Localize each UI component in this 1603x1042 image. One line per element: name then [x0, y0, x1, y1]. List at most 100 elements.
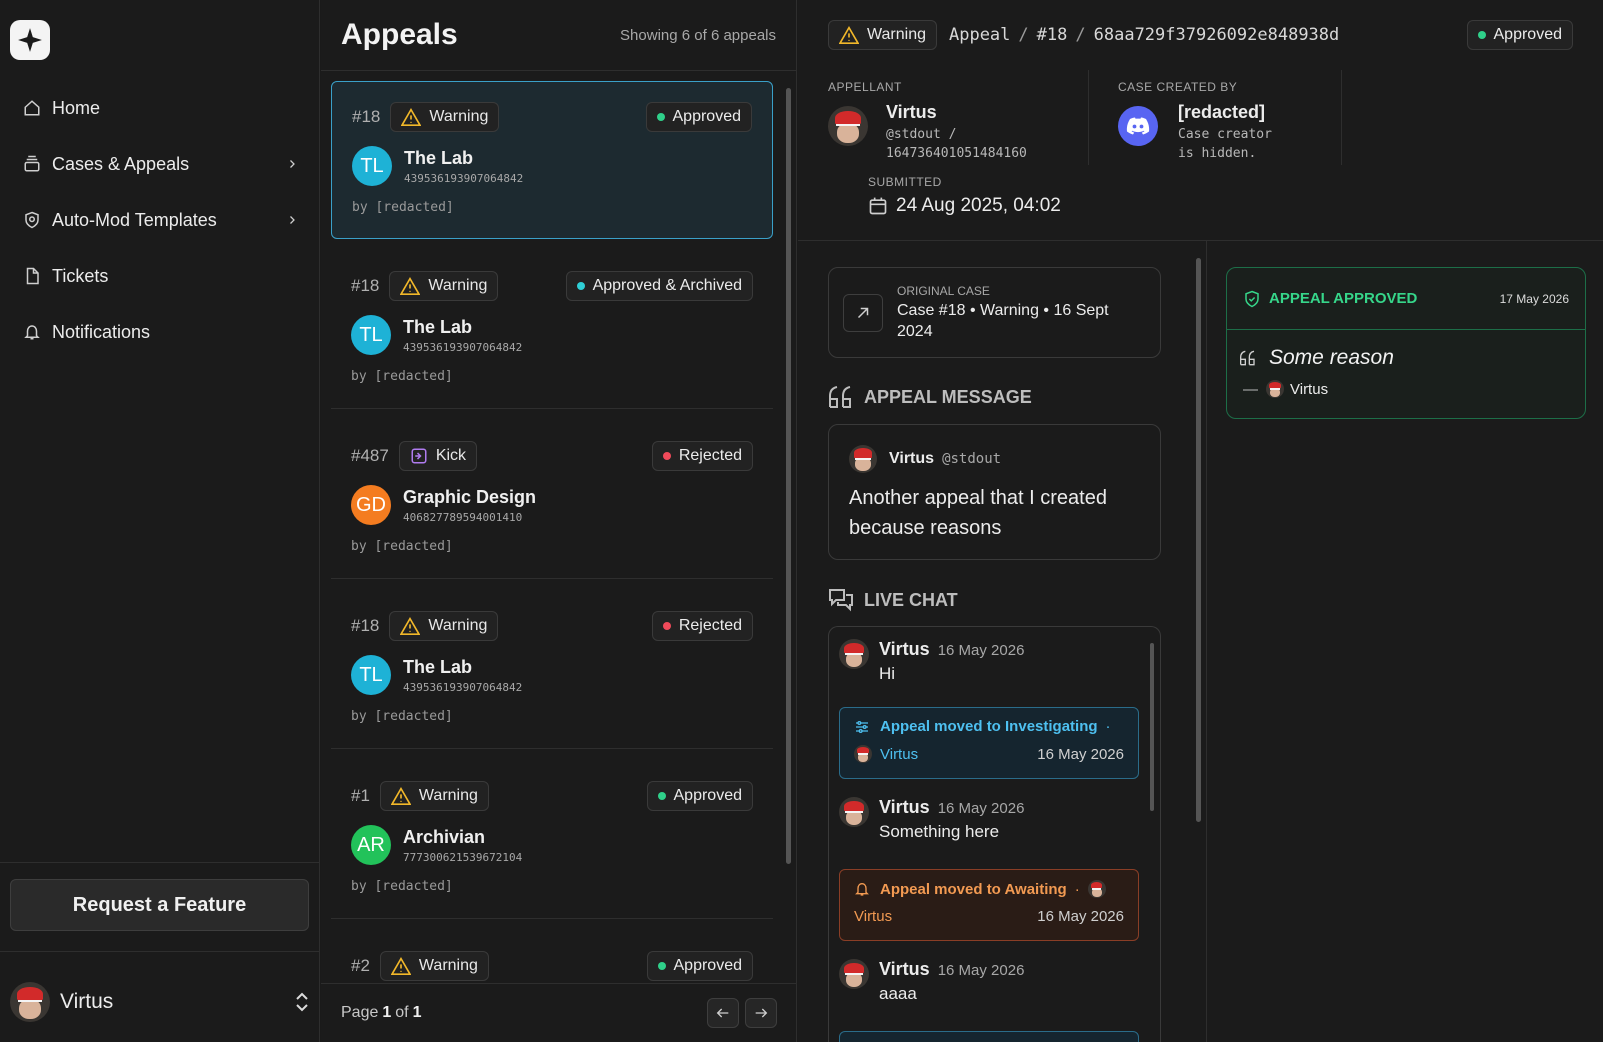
- warning-icon: [400, 617, 421, 635]
- divider: [1088, 70, 1089, 165]
- guild-name: The Lab: [403, 656, 473, 677]
- divider: [798, 240, 1603, 241]
- avatar: [828, 106, 868, 146]
- sidebar-item-notifications[interactable]: Notifications: [0, 304, 320, 360]
- detail-scrollbar[interactable]: [1196, 258, 1201, 822]
- case-number: #487: [351, 446, 389, 465]
- case-type-badge: Warning: [390, 102, 500, 132]
- submitted-date: 24 Aug 2025, 04:02: [896, 195, 1061, 216]
- sidebar: Home Cases & Appeals Auto-Mod Templates …: [0, 0, 320, 1042]
- case-type-badge: Kick: [398, 441, 478, 471]
- guild-avatar: GD: [351, 485, 391, 525]
- file-icon: [22, 266, 42, 286]
- avatar: [839, 959, 869, 989]
- sidebar-item-home[interactable]: Home: [0, 80, 320, 136]
- chat-message: Virtus 16 May 2026 Something here: [839, 797, 1024, 842]
- warning-icon: [839, 26, 859, 44]
- list-scrollbar[interactable]: [786, 88, 791, 864]
- sidebar-item-label: Cases & Appeals: [52, 153, 190, 174]
- guild-name: The Lab: [403, 316, 473, 337]
- avatar: [839, 797, 869, 827]
- case-type-badge: Warning: [828, 20, 937, 50]
- page-title: Appeals: [341, 18, 458, 51]
- guild-avatar: TL: [351, 655, 391, 695]
- live-chat: Virtus 16 May 2026 Hi Appeal moved to Inv…: [828, 626, 1161, 1042]
- submitted-label: SUBMITTED: [868, 175, 942, 189]
- bell-icon: [855, 882, 869, 896]
- appeal-count: Showing 6 of 6 appeals: [620, 26, 776, 44]
- sidebar-nav: Home Cases & Appeals Auto-Mod Templates …: [0, 80, 320, 360]
- guild-avatar: TL: [352, 146, 392, 186]
- case-type-badge: Warning: [389, 271, 499, 301]
- appeal-card[interactable]: #487 Kick Rejected GD Graphic Design 406…: [331, 421, 773, 579]
- avatar: [854, 745, 872, 763]
- sidebar-item-automod[interactable]: Auto-Mod Templates: [0, 192, 320, 248]
- user-menu[interactable]: Virtus: [10, 981, 310, 1023]
- chat-status-event: Appeal moved to Investigating · Virtus 1…: [839, 707, 1139, 779]
- created-by: by [redacted]: [351, 879, 453, 894]
- creator-note-2: is hidden.: [1178, 146, 1257, 161]
- next-page-button[interactable]: [745, 998, 777, 1028]
- case-type-badge: Warning: [379, 781, 489, 811]
- guild-name: The Lab: [404, 147, 474, 168]
- chat-status-event: [839, 1031, 1139, 1042]
- sidebar-item-cases[interactable]: Cases & Appeals: [0, 136, 320, 192]
- status-badge: Approved & Archived: [565, 271, 753, 301]
- chat-scrollbar[interactable]: [1150, 643, 1154, 811]
- arrow-left-icon: [716, 1008, 729, 1018]
- sidebar-item-tickets[interactable]: Tickets: [0, 248, 320, 304]
- approved-by: Virtus: [1290, 380, 1329, 398]
- avatar: [839, 639, 869, 669]
- status-badge: Approved: [646, 781, 753, 811]
- divider: [0, 862, 320, 863]
- sidebar-item-label: Auto-Mod Templates: [52, 209, 217, 230]
- prev-page-button[interactable]: [707, 998, 739, 1028]
- warning-icon: [390, 957, 411, 975]
- created-by: by [redacted]: [352, 200, 454, 215]
- appeal-card[interactable]: #18 Warning Rejected TL The Lab 43953619…: [331, 591, 773, 749]
- case-number: #2: [351, 956, 370, 975]
- guild-avatar: AR: [351, 825, 391, 865]
- creator-label: CASE CREATED BY: [1118, 80, 1238, 94]
- bell-icon: [22, 322, 42, 342]
- case-type-badge: Warning: [389, 611, 499, 641]
- original-case-link[interactable]: ORIGINAL CASE Case #18 • Warning • 16 Se…: [828, 267, 1161, 358]
- pagination: Page 1 of 1: [321, 983, 797, 1042]
- case-number: #18: [352, 107, 381, 126]
- sidebar-item-label: Tickets: [52, 265, 109, 286]
- original-case-label: ORIGINAL CASE: [897, 283, 990, 298]
- avatar: [10, 982, 50, 1022]
- stack-icon: [22, 154, 42, 174]
- chevron-right-icon: [286, 214, 298, 226]
- current-page: 1: [382, 1004, 392, 1021]
- calendar-icon: [869, 197, 887, 215]
- list-header: Appeals Showing 6 of 6 appeals: [321, 0, 796, 71]
- status-badge: Approved: [646, 951, 753, 981]
- divider: [0, 951, 320, 952]
- chat-message: Virtus 16 May 2026 Hi: [839, 639, 1024, 684]
- app-logo[interactable]: [10, 20, 50, 60]
- guild-avatar: TL: [351, 315, 391, 355]
- arrow-right-icon: [755, 1008, 768, 1018]
- appellant-name: Virtus: [886, 102, 937, 122]
- status-badge: Rejected: [651, 611, 753, 641]
- appeal-detail: Warning Appeal / #18/68aa729f37926092e8489…: [798, 0, 1603, 1042]
- original-case-text: Case #18 • Warning • 16 Sept 2024: [897, 301, 1109, 340]
- warning-icon: [400, 277, 421, 295]
- avatar: [849, 445, 877, 473]
- appeal-card[interactable]: #1 Warning Approved AR Archivian 7773006…: [331, 761, 773, 919]
- divider: [1206, 241, 1207, 1042]
- user-name: Virtus: [60, 990, 114, 1013]
- message-author: Virtus: [889, 450, 935, 467]
- sliders-icon: [856, 720, 868, 733]
- breadcrumb: Appeal / #18/68aa729f37926092e848938d: [948, 25, 1340, 45]
- guild-id: 439536193907064842: [404, 171, 524, 185]
- appeal-card[interactable]: #2 Warning Approved: [331, 931, 773, 981]
- appeal-card[interactable]: #18 Warning Approved & Archived TL The L…: [331, 251, 773, 409]
- case-number: #18: [351, 276, 380, 295]
- pager-of: of: [395, 1004, 409, 1021]
- request-feature-button[interactable]: Request a Feature: [10, 879, 309, 931]
- appeal-card[interactable]: #18 Warning Approved TL The Lab 43953619…: [331, 81, 773, 239]
- approved-title: APPEAL APPROVED: [1269, 290, 1418, 307]
- created-by: by [redacted]: [351, 539, 453, 554]
